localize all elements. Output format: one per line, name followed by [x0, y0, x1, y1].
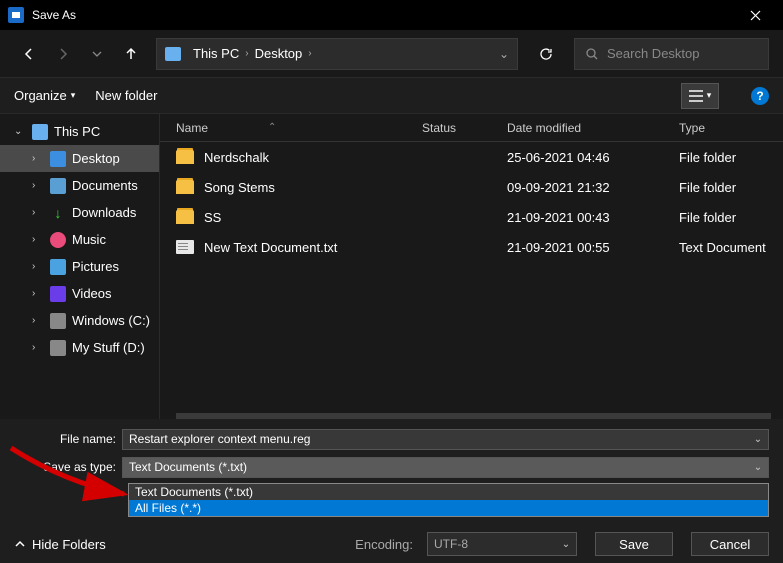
app-icon: [8, 7, 24, 23]
chevron-right-icon: ›: [308, 48, 311, 59]
expand-icon: ›: [32, 261, 44, 272]
folder-icon: [176, 180, 194, 194]
file-type: File folder: [679, 210, 783, 225]
tree-label: Documents: [72, 178, 138, 193]
cancel-button[interactable]: Cancel: [691, 532, 769, 556]
file-list: Name⌃ Status Date modified Type Nerdscha…: [160, 114, 783, 419]
back-button[interactable]: [14, 39, 44, 69]
search-icon: [585, 47, 599, 61]
column-name[interactable]: Name⌃: [176, 121, 422, 135]
chevron-up-icon: [14, 538, 26, 550]
refresh-button[interactable]: [528, 38, 564, 70]
organize-button[interactable]: Organize▾: [14, 88, 75, 103]
file-type: Text Document: [679, 240, 783, 255]
search-input[interactable]: Search Desktop: [574, 38, 769, 70]
sidebar-item-desktop[interactable]: › Desktop: [0, 145, 159, 172]
file-row[interactable]: Nerdschalk 25-06-2021 04:46File folder: [160, 142, 783, 172]
close-button[interactable]: [735, 0, 775, 30]
expand-icon: ›: [32, 234, 44, 245]
expand-icon: ›: [32, 342, 44, 353]
bottom-pane: File name: Restart explorer context menu…: [0, 419, 783, 525]
sidebar-item-videos[interactable]: › Videos: [0, 280, 159, 307]
breadcrumb-current[interactable]: Desktop: [249, 46, 309, 61]
sidebar-item-my-stuff-d-[interactable]: › My Stuff (D:): [0, 334, 159, 361]
folder-icon: [176, 150, 194, 164]
column-status[interactable]: Status: [422, 121, 507, 135]
file-row[interactable]: SS 21-09-2021 00:43File folder: [160, 202, 783, 232]
tree-label: Pictures: [72, 259, 119, 274]
encoding-label: Encoding:: [355, 537, 417, 552]
chevron-down-icon[interactable]: ⌄: [558, 536, 574, 552]
file-type: File folder: [679, 150, 783, 165]
tree-label: Music: [72, 232, 106, 247]
search-placeholder: Search Desktop: [607, 46, 700, 61]
type-option[interactable]: All Files (*.*): [129, 500, 768, 516]
navbar: This PC › Desktop › ⌄ Search Desktop: [0, 30, 783, 78]
file-name: Song Stems: [204, 180, 422, 195]
recent-button[interactable]: [82, 39, 112, 69]
hide-folders-button[interactable]: Hide Folders: [14, 537, 106, 552]
file-name: SS: [204, 210, 422, 225]
tree-label: Downloads: [72, 205, 136, 220]
file-type: File folder: [679, 180, 783, 195]
expand-icon: ›: [32, 180, 44, 191]
sidebar-item-this-pc[interactable]: ⌄ This PC: [0, 118, 159, 145]
tree-label: This PC: [54, 124, 100, 139]
footer: Hide Folders Encoding: UTF-8⌄ Save Cance…: [0, 525, 783, 563]
file-icon: [176, 240, 194, 254]
folder-icon: [176, 210, 194, 224]
sort-indicator-icon: ⌃: [268, 122, 276, 133]
file-date: 09-09-2021 21:32: [507, 180, 679, 195]
tree-label: Videos: [72, 286, 112, 301]
saveastype-dropdown: Text Documents (*.txt)All Files (*.*): [128, 483, 769, 517]
help-button[interactable]: ?: [751, 87, 769, 105]
file-row[interactable]: New Text Document.txt 21-09-2021 00:55Tex…: [160, 232, 783, 262]
tree-label: Windows (C:): [72, 313, 150, 328]
sidebar: ⌄This PC›Desktop›Documents›↓Downloads›Mu…: [0, 114, 160, 419]
forward-button[interactable]: [48, 39, 78, 69]
file-date: 25-06-2021 04:46: [507, 150, 679, 165]
expand-icon: ›: [32, 288, 44, 299]
column-date[interactable]: Date modified: [507, 121, 679, 135]
window-title: Save As: [32, 8, 735, 22]
file-name: New Text Document.txt: [204, 240, 422, 255]
expand-icon: ⌄: [14, 126, 26, 137]
expand-icon: ›: [32, 153, 44, 164]
new-folder-button[interactable]: New folder: [95, 88, 157, 103]
file-name: Nerdschalk: [204, 150, 422, 165]
sidebar-item-windows-c-[interactable]: › Windows (C:): [0, 307, 159, 334]
sidebar-item-pictures[interactable]: › Pictures: [0, 253, 159, 280]
pc-icon: [165, 47, 181, 61]
up-button[interactable]: [116, 39, 146, 69]
file-row[interactable]: Song Stems 09-09-2021 21:32File folder: [160, 172, 783, 202]
save-button[interactable]: Save: [595, 532, 673, 556]
sidebar-item-music[interactable]: › Music: [0, 226, 159, 253]
saveastype-select[interactable]: Text Documents (*.txt)⌄: [122, 457, 769, 478]
expand-icon: ›: [32, 207, 44, 218]
expand-icon: ›: [32, 315, 44, 326]
filename-label: File name:: [0, 432, 122, 446]
toolbar: Organize▾ New folder ▾ ?: [0, 78, 783, 114]
column-headers: Name⌃ Status Date modified Type: [160, 114, 783, 142]
tree-label: Desktop: [72, 151, 120, 166]
saveastype-label: Save as type:: [0, 460, 122, 474]
filename-input[interactable]: Restart explorer context menu.reg⌄: [122, 429, 769, 450]
file-date: 21-09-2021 00:43: [507, 210, 679, 225]
file-date: 21-09-2021 00:55: [507, 240, 679, 255]
address-bar[interactable]: This PC › Desktop › ⌄: [156, 38, 518, 70]
type-option[interactable]: Text Documents (*.txt): [129, 484, 768, 500]
chevron-down-icon[interactable]: ⌄: [750, 459, 766, 475]
sidebar-item-downloads[interactable]: ›↓Downloads: [0, 199, 159, 226]
chevron-down-icon[interactable]: ⌄: [750, 431, 766, 447]
view-options-button[interactable]: ▾: [681, 83, 719, 109]
tree-label: My Stuff (D:): [72, 340, 145, 355]
encoding-select[interactable]: UTF-8⌄: [427, 532, 577, 556]
column-type[interactable]: Type: [679, 121, 783, 135]
chevron-down-icon[interactable]: ⌄: [499, 47, 509, 61]
breadcrumb-root[interactable]: This PC: [187, 46, 245, 61]
sidebar-item-documents[interactable]: › Documents: [0, 172, 159, 199]
titlebar: Save As: [0, 0, 783, 30]
